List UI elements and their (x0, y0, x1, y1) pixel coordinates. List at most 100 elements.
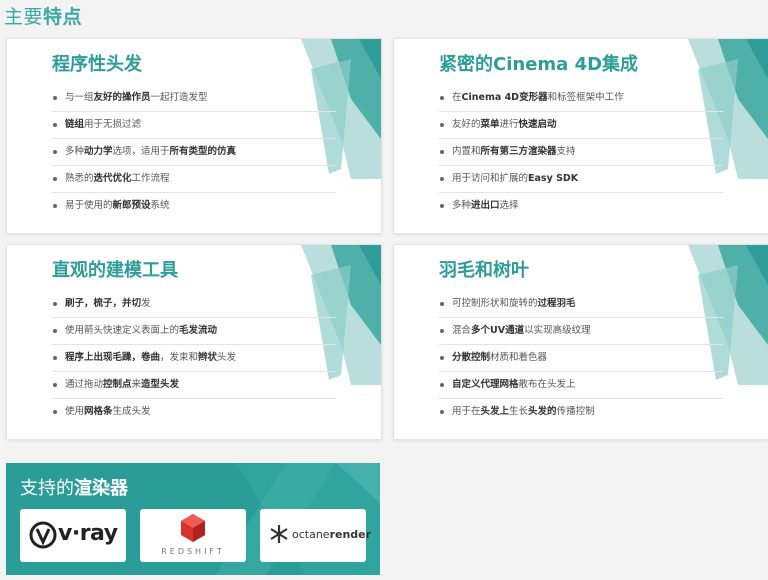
feature-list-item: 多种动力学选项，适用于所有类型的仿真 (52, 139, 336, 166)
feature-text: 生长 (509, 406, 529, 417)
feature-text: 系统 (150, 200, 170, 211)
feature-text: 使用箭头快速定义表面上的 (65, 325, 180, 336)
feature-list-item: 内置和所有第三方渲染器支持 (439, 139, 723, 166)
feature-list-item: 与一组友好的操作员一起打造发型 (52, 85, 336, 112)
feature-highlight: 网格条 (84, 406, 113, 417)
feature-highlight: 所有第三方渲染器 (480, 146, 557, 157)
feature-highlight: 过程羽毛 (537, 298, 576, 309)
feature-list: 刷子，梳子，并切发 使用箭头快速定义表面上的毛发流动 程序上出现毛躁，卷曲，发束和辫… (52, 291, 336, 425)
feature-highlight: 动力学 (84, 146, 113, 157)
feature-text: 用于访问和扩展的 (452, 173, 529, 184)
feature-text: 使用 (65, 406, 85, 417)
renderer-panel-title: 支持的渲染器 (20, 478, 128, 499)
feature-list-item: 链组用于无损过滤 (52, 112, 336, 139)
feature-highlight: 进出口 (471, 200, 500, 211)
feature-list-item: 通过拖动控制点来造型头发 (52, 372, 336, 399)
redshift-logo[interactable]: REDSHIFT (140, 509, 246, 562)
feature-highlight: 友好的操作员 (93, 92, 151, 103)
renderer-panel: 支持的渲染器 v·ray REDSHIFT octanerender (6, 463, 380, 575)
feature-text: 通过拖动 (65, 379, 104, 390)
feature-list-item: 程序上出现毛躁，卷曲，发束和辫状头发 (52, 345, 336, 372)
feature-highlight: 快速启动 (518, 119, 557, 130)
page-title: 主要特点 (4, 6, 83, 28)
vray-logo[interactable]: v·ray (20, 509, 126, 562)
feature-text: 内置和 (452, 146, 481, 157)
feature-list-item: 可控制形状和旋转的过程羽毛 (439, 291, 723, 318)
feature-text: 多种 (65, 146, 85, 157)
card-title: 羽毛和树叶 (439, 260, 529, 281)
feature-text: 生成头发 (112, 406, 151, 417)
feature-list-item: 熟悉的迭代优化工作流程 (52, 166, 336, 193)
feature-text: 用于在 (452, 406, 481, 417)
octane-swirl-icon (270, 525, 288, 543)
feature-text: 在 (452, 92, 462, 103)
feature-text: 进行 (499, 119, 519, 130)
vray-logo-text: v·ray (58, 521, 118, 546)
feature-text: 混合 (452, 325, 472, 336)
feature-highlight: 控制点 (103, 379, 132, 390)
feature-highlight: 菜单 (480, 119, 500, 130)
feature-highlight: 刷子，梳子，并切 (65, 298, 142, 309)
feature-list-item: 多种进出口选择 (439, 193, 723, 219)
feature-list-item: 自定义代理网格散布在头发上 (439, 372, 723, 399)
card-title: 紧密的Cinema 4D集成 (439, 54, 639, 75)
feature-text: 一起打造发型 (150, 92, 208, 103)
feature-text: 与一组 (65, 92, 94, 103)
feature-list-item: 用于访问和扩展的Easy SDK (439, 166, 723, 193)
feature-highlight: 链组 (65, 119, 85, 130)
feature-text: 和标签框架中工作 (547, 92, 624, 103)
feature-text: 友好的 (452, 119, 481, 130)
redshift-cube-icon (181, 514, 205, 542)
feature-list: 可控制形状和旋转的过程羽毛 混合多个UV通道以实现高级纹理 分散控制材质和着色器 自定… (439, 291, 723, 425)
feature-highlight: 多个UV通道 (471, 325, 525, 336)
feature-highlight: 迭代优化 (93, 173, 132, 184)
feature-text: 头发 (217, 352, 237, 363)
feature-text: 熟悉的 (65, 173, 94, 184)
feature-text: 可控制形状和旋转的 (452, 298, 538, 309)
feature-text: 工作流程 (131, 173, 170, 184)
feature-card-procedural-hair: 程序性头发 与一组友好的操作员一起打造发型 链组用于无损过滤 多种动力学选项，适用于所… (6, 38, 382, 234)
feature-text: 选择 (499, 200, 519, 211)
feature-highlight: 自定义代理网格 (452, 379, 519, 390)
feature-highlight: 造型头发 (141, 379, 180, 390)
feature-card-feathers-foliage: 羽毛和树叶 可控制形状和旋转的过程羽毛 混合多个UV通道以实现高级纹理 分散控制材质和… (393, 244, 768, 440)
feature-card-cinema4d-integration: 紧密的Cinema 4D集成 在Cinema 4D变形器和标签框架中工作 友好的菜单… (393, 38, 768, 234)
feature-list-item: 分散控制材质和着色器 (439, 345, 723, 372)
feature-highlight: 程序上出现毛躁，卷曲 (65, 352, 161, 363)
vray-circle-icon (29, 521, 57, 549)
feature-text: 支持 (556, 146, 576, 157)
feature-highlight: 所有类型的仿真 (169, 146, 237, 157)
feature-text: 多种 (452, 200, 472, 211)
card-title: 程序性头发 (52, 54, 142, 75)
redshift-logo-text: REDSHIFT (161, 547, 225, 556)
feature-highlight: 毛发流动 (179, 325, 218, 336)
feature-text: 散布在头发上 (518, 379, 576, 390)
feature-text: ，发束和 (160, 352, 199, 363)
octane-logo[interactable]: octanerender (260, 509, 371, 562)
feature-highlight: 辫状 (198, 352, 218, 363)
feature-list-item: 使用网格条生成头发 (52, 399, 336, 425)
feature-text: 用于无损过滤 (84, 119, 142, 130)
feature-text: 以实现高级纹理 (524, 325, 591, 336)
feature-highlight: 分散控制 (452, 352, 491, 363)
feature-list: 在Cinema 4D变形器和标签框架中工作 友好的菜单进行快速启动 内置和所有第三方… (439, 85, 723, 219)
feature-text: 选项，适用于 (112, 146, 170, 157)
feature-highlight: Cinema 4D变形器 (461, 92, 548, 103)
feature-text: 来 (131, 379, 142, 390)
feature-highlight: 新郎预设 (112, 200, 151, 211)
feature-list-item: 刷子，梳子，并切发 (52, 291, 336, 318)
feature-text: 材质和着色器 (490, 352, 548, 363)
feature-highlight: Easy SDK (528, 173, 579, 184)
feature-highlight: 头发上 (480, 406, 510, 417)
feature-list-item: 用于在头发上生长头发的传播控制 (439, 399, 723, 425)
feature-list-item: 友好的菜单进行快速启动 (439, 112, 723, 139)
feature-text: 发 (141, 298, 151, 309)
feature-list-item: 在Cinema 4D变形器和标签框架中工作 (439, 85, 723, 112)
feature-list: 与一组友好的操作员一起打造发型 链组用于无损过滤 多种动力学选项，适用于所有类型的仿… (52, 85, 336, 219)
feature-list-item: 易于使用的新郎预设系统 (52, 193, 336, 219)
card-title: 直观的建模工具 (52, 260, 178, 281)
feature-list-item: 使用箭头快速定义表面上的毛发流动 (52, 318, 336, 345)
feature-card-modeling-tools: 直观的建模工具 刷子，梳子，并切发 使用箭头快速定义表面上的毛发流动 程序上出现毛躁，… (6, 244, 382, 440)
feature-list-item: 混合多个UV通道以实现高级纹理 (439, 318, 723, 345)
feature-highlight: 头发的 (528, 406, 557, 417)
